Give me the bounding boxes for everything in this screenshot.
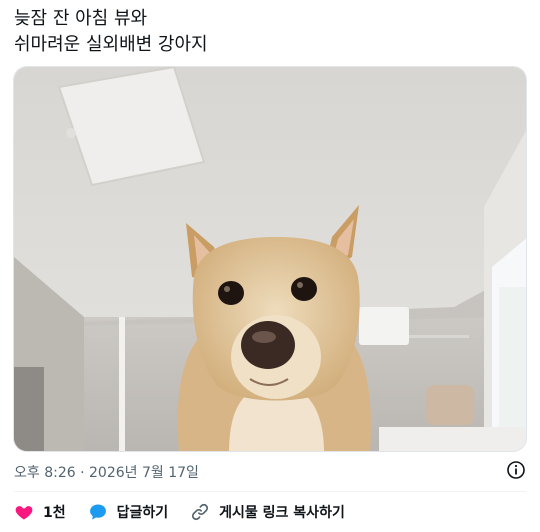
divider [14, 491, 526, 492]
link-icon [192, 503, 209, 521]
copy-link-button[interactable]: 게시물 링크 복사하기 [190, 502, 345, 522]
heart-icon [15, 506, 33, 520]
tweet-line-1: 늦잠 잔 아침 뷰와 [14, 8, 148, 29]
tweet-actions: 1천 답글하기 게시물 링크 복사하기 [14, 500, 367, 524]
tweet-photo[interactable] [13, 66, 527, 452]
reply-button[interactable]: 답글하기 [88, 502, 169, 522]
tweet-text: 늦잠 잔 아침 뷰와 쉬마려운 실외배변 강아지 [14, 6, 524, 58]
tweet-timestamp[interactable]: 오후 8:26 · 2026년 7월 17일 [14, 462, 199, 482]
info-circle-icon[interactable] [506, 460, 526, 480]
speech-bubble-icon [89, 504, 106, 520]
tweet-line-2: 쉬마려운 실외배변 강아지 [14, 34, 208, 55]
like-count: 1천 [43, 505, 66, 521]
copy-link-label: 게시물 링크 복사하기 [219, 505, 345, 521]
like-button[interactable]: 1천 [14, 502, 66, 522]
reply-label: 답글하기 [116, 505, 169, 521]
dog-photo-illustration [14, 67, 526, 451]
